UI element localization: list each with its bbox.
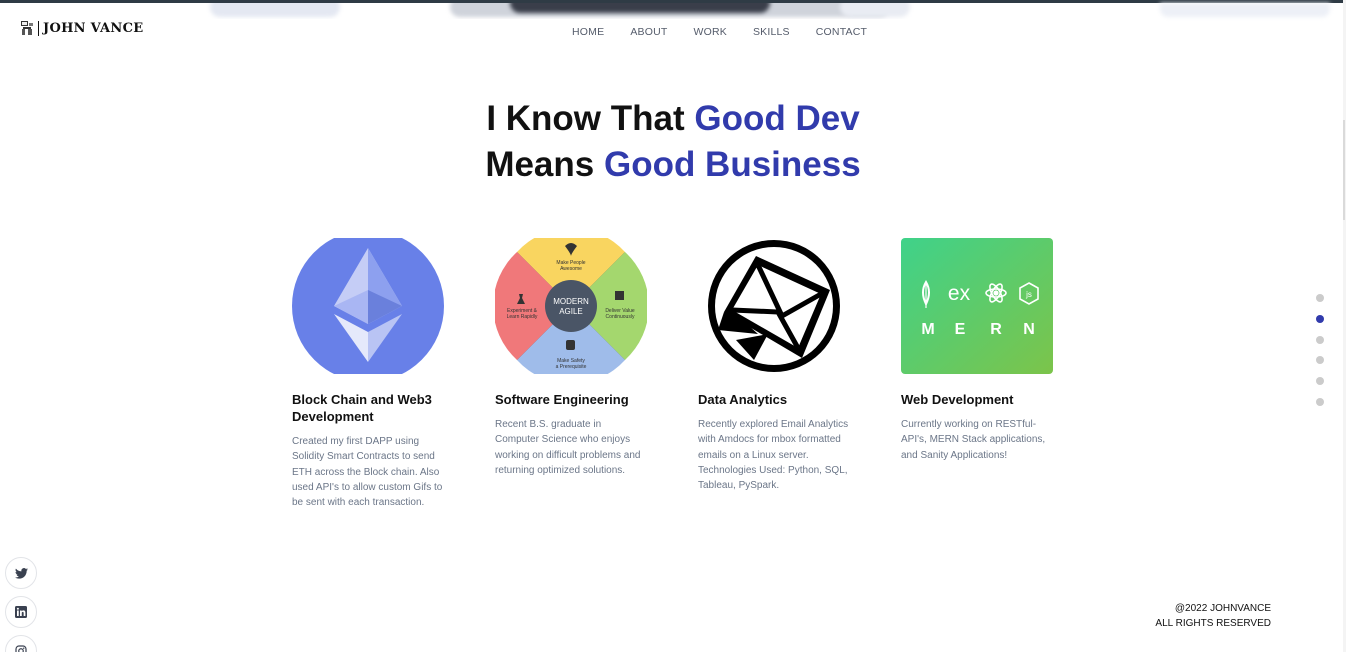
headline-accent-2: Good Business bbox=[603, 145, 861, 184]
wheel-bottom-label: Make Safety a Prerequisite bbox=[556, 358, 587, 370]
mern-stack-image: ex js M E R N bbox=[901, 238, 1053, 374]
headline-line2: Means Good Business bbox=[485, 145, 861, 184]
copyright-line2: ALL RIGHTS RESERVED bbox=[1155, 618, 1271, 629]
section-dot-about[interactable] bbox=[1316, 314, 1324, 323]
mail-envelope-logo-image bbox=[698, 238, 850, 374]
profile-card-web-development[interactable]: ex js M E R N Web Development Currently … bbox=[901, 238, 1053, 463]
wheel-top-label: Make People Awesome bbox=[556, 260, 585, 272]
logo-text: JOHN VANCE bbox=[38, 20, 143, 36]
svg-text:js: js bbox=[1025, 290, 1032, 299]
section-dot-testimonial[interactable] bbox=[1316, 377, 1324, 386]
card-title: Software Engineering bbox=[495, 392, 629, 407]
nav-link-skills[interactable]: SKILLS bbox=[753, 26, 790, 38]
navbar: JOHN VANCE HOME ABOUT WORK SKILLS CONTAC… bbox=[0, 14, 1340, 50]
instagram-icon[interactable] bbox=[5, 635, 37, 652]
card-title: Web Development bbox=[901, 392, 1014, 407]
card-title: Data Analytics bbox=[698, 392, 788, 407]
nav-link-about[interactable]: ABOUT bbox=[630, 26, 667, 38]
social-links bbox=[5, 557, 37, 652]
mern-letter-e: E bbox=[955, 321, 966, 338]
scrollbar-thumb[interactable] bbox=[1343, 120, 1345, 220]
linkedin-icon[interactable] bbox=[5, 596, 37, 628]
section-nav-dots bbox=[1316, 294, 1324, 406]
nav-link-contact[interactable]: CONTACT bbox=[816, 26, 867, 38]
nav-links: HOME ABOUT WORK SKILLS CONTACT bbox=[572, 26, 893, 38]
headline-accent-1: Good Dev bbox=[694, 99, 860, 138]
profile-card-blockchain[interactable]: Block Chain and Web3 Development Created… bbox=[292, 238, 444, 510]
express-icon: ex bbox=[948, 282, 971, 305]
wheel-right-label: Deliver Value Continuously bbox=[605, 308, 635, 320]
logo[interactable]: JOHN VANCE bbox=[20, 20, 143, 36]
twitter-icon[interactable] bbox=[5, 557, 37, 589]
card-description: Currently working on RESTful-API's, MERN… bbox=[901, 419, 1046, 461]
profile-card-data-analytics[interactable]: Data Analytics Recently explored Email A… bbox=[698, 238, 850, 493]
copyright: @2022 JOHNVANCE ALL RIGHTS RESERVED bbox=[1155, 601, 1271, 631]
nav-link-home[interactable]: HOME bbox=[572, 26, 604, 38]
logo-icon bbox=[20, 20, 34, 36]
nav-link-work[interactable]: WORK bbox=[693, 26, 726, 38]
section-dot-home[interactable] bbox=[1316, 294, 1324, 302]
section-dot-skills[interactable] bbox=[1316, 356, 1324, 365]
headline-line1: I Know That Good Dev bbox=[486, 99, 860, 138]
card-description: Created my first DAPP using Solidity Sma… bbox=[292, 436, 443, 509]
mern-letter-r: R bbox=[990, 321, 1002, 338]
section-dot-work[interactable] bbox=[1316, 335, 1324, 344]
section-headline: I Know That Good Dev Means Good Business bbox=[0, 96, 1346, 188]
wheel-left-label: Experiment & Learn Rapidly bbox=[507, 308, 538, 320]
section-dot-contact[interactable] bbox=[1316, 397, 1324, 406]
copyright-line1: @2022 JOHNVANCE bbox=[1174, 603, 1271, 614]
card-title: Block Chain and Web3 Development bbox=[292, 392, 432, 424]
mern-letter-m: M bbox=[921, 321, 934, 338]
card-description: Recently explored Email Analytics with A… bbox=[698, 419, 849, 492]
profile-card-software-engineering[interactable]: Make People Awesome Deliver Value Continuo… bbox=[495, 238, 647, 478]
mern-letter-n: N bbox=[1023, 321, 1035, 338]
modern-agile-wheel-image: Make People Awesome Deliver Value Continuo… bbox=[495, 238, 647, 374]
ethereum-logo-image bbox=[292, 238, 444, 374]
card-description: Recent B.S. graduate in Computer Science… bbox=[495, 419, 641, 476]
